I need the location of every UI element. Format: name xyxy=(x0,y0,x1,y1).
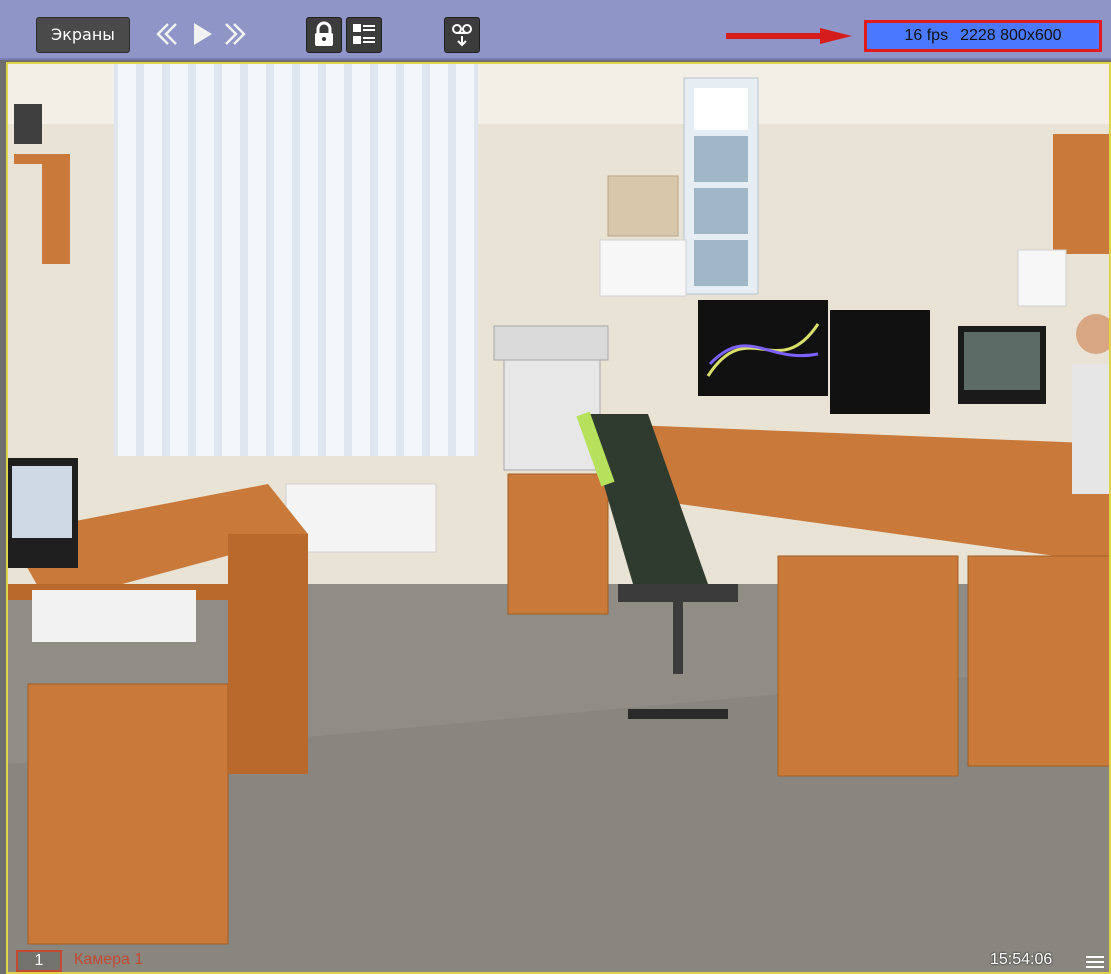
rewind-icon[interactable] xyxy=(150,18,182,50)
top-toolbar: Экраны 16 fps 2228 800x600 xyxy=(0,0,1111,60)
resolution-text: 2228 800x600 xyxy=(960,27,1062,44)
screens-button[interactable]: Экраны xyxy=(36,17,130,53)
stream-info-box: 16 fps 2228 800x600 xyxy=(864,20,1102,52)
office-scene xyxy=(8,64,1109,972)
list-button[interactable] xyxy=(346,17,382,53)
camera-number-badge: 1 xyxy=(16,950,62,972)
fps-text: 16 fps xyxy=(904,27,949,44)
timestamp: 15:54:06 xyxy=(990,951,1053,968)
menu-icon[interactable] xyxy=(1084,954,1106,970)
video-overlay-bottom: 1 Камера 1 15:54:06 xyxy=(0,944,1111,974)
lock-button[interactable] xyxy=(306,17,342,53)
list-icon xyxy=(353,24,375,44)
lock-icon xyxy=(315,21,333,46)
record-icon xyxy=(452,24,472,47)
annotation-arrow xyxy=(726,28,852,44)
camera-video-feed[interactable] xyxy=(6,62,1111,974)
fast-forward-icon[interactable] xyxy=(220,18,252,50)
camera-name: Камера 1 xyxy=(74,951,144,968)
record-button[interactable] xyxy=(444,17,480,53)
play-icon[interactable] xyxy=(186,18,218,50)
